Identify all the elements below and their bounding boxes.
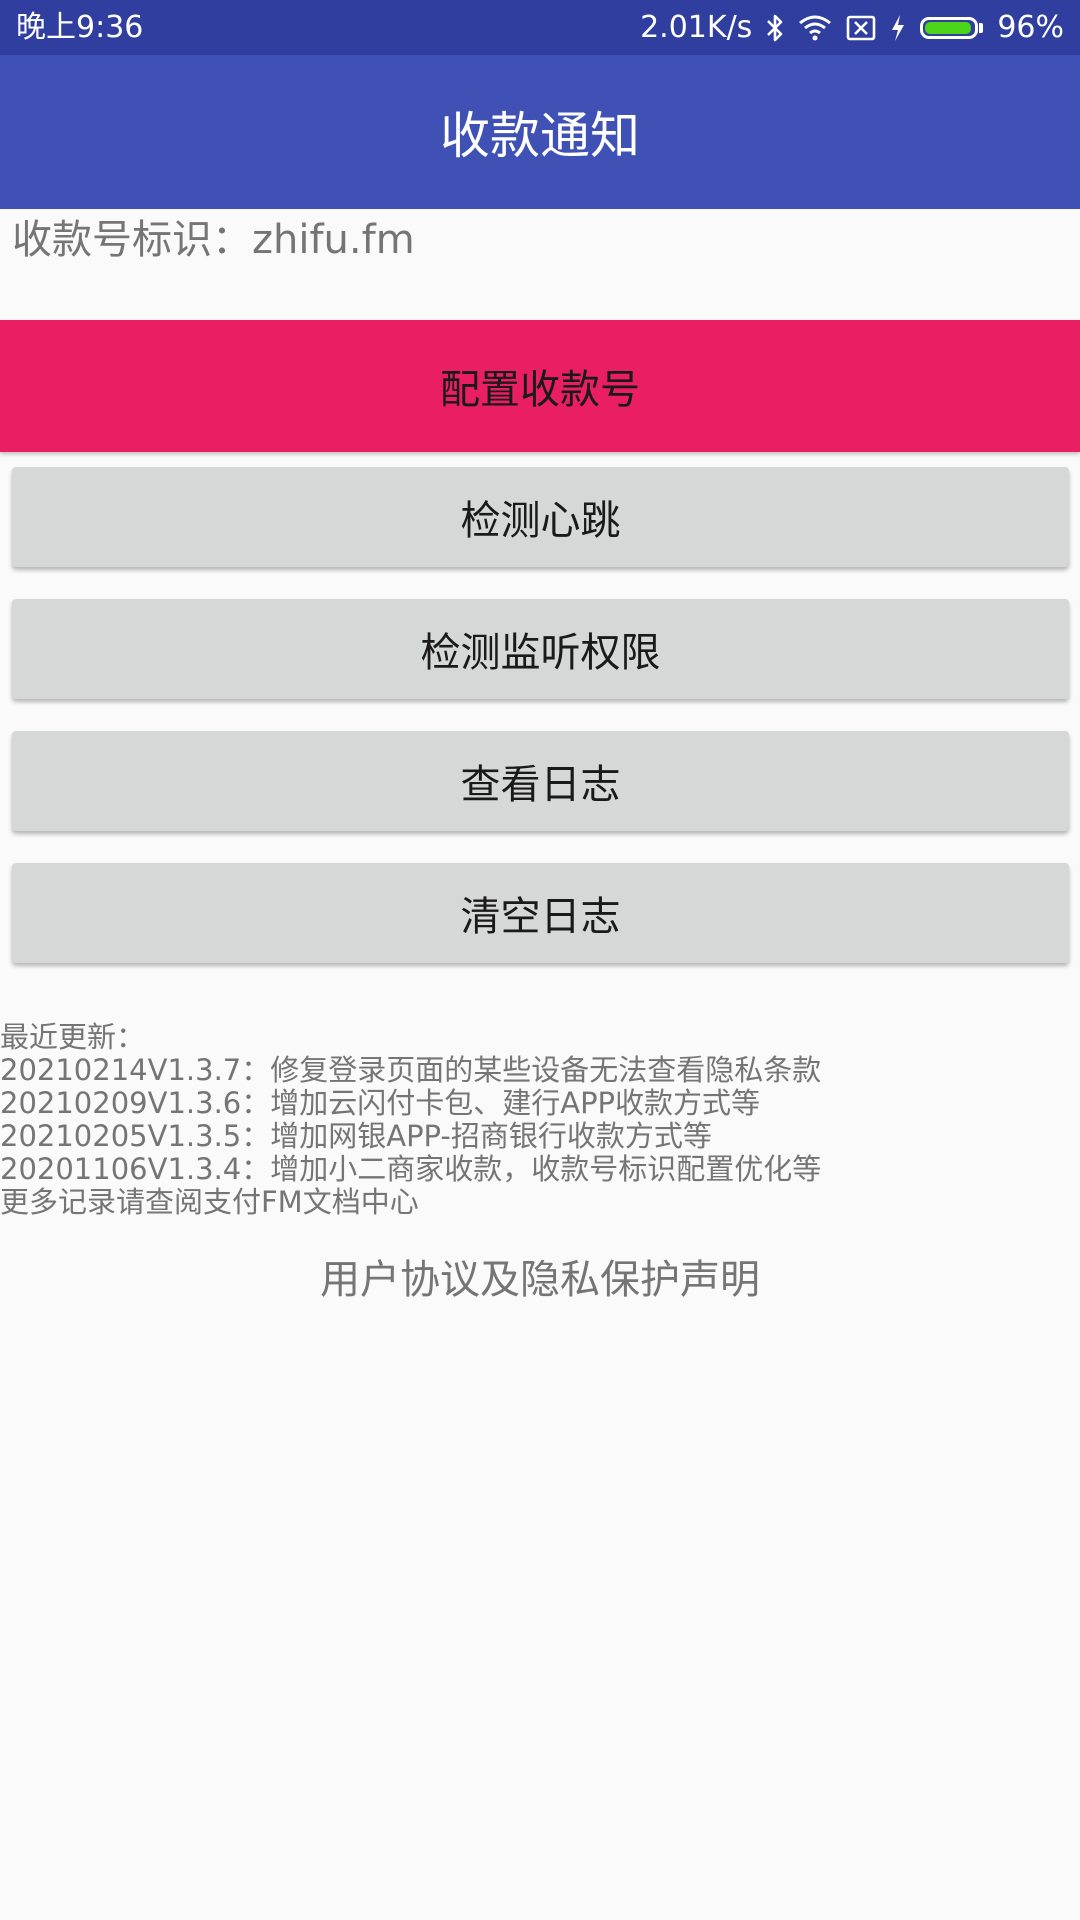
update-entry: 20210209V1.3.6：增加云闪付卡包、建行APP收款方式等 [0, 1086, 761, 1120]
network-speed: 2.01K/s [640, 9, 753, 45]
update-entry: 20201106V1.3.4：增加小二商家收款，收款号标识配置优化等 [0, 1152, 822, 1186]
page-title: 收款通知 [440, 107, 640, 165]
battery-percent: 96% [997, 10, 1064, 45]
bluetooth-icon [766, 13, 784, 43]
status-time: 晚上9:36 [16, 10, 144, 45]
wifi-icon [798, 14, 832, 42]
view-log-button[interactable]: 查看日志 [12, 731, 1069, 831]
clear-log-button[interactable]: 清空日志 [12, 863, 1069, 963]
status-icons: 2.01K/s 96% [640, 0, 1064, 55]
account-identifier-label: 收款号标识：zhifu.fm [12, 217, 415, 263]
more-records-note: 更多记录请查阅支付FM文档中心 [0, 1185, 419, 1219]
charging-icon [890, 14, 906, 42]
recent-updates: 最近更新： 20210214V1.3.7：修复登录页面的某些设备无法查看隐私条款… [0, 1021, 821, 1219]
configure-account-button[interactable]: 配置收款号 [0, 320, 1080, 452]
recent-updates-header: 最近更新： [0, 1020, 146, 1054]
status-bar: 晚上9:36 2.01K/s 96% [0, 0, 1080, 55]
check-heartbeat-button[interactable]: 检测心跳 [12, 467, 1069, 567]
battery-icon [920, 16, 984, 39]
check-listener-permission-button[interactable]: 检测监听权限 [12, 599, 1069, 699]
app-bar: 收款通知 [0, 55, 1080, 209]
battery-level-fill [925, 21, 972, 34]
sim-off-icon [846, 15, 876, 41]
user-agreement-privacy-link[interactable]: 用户协议及隐私保护声明 [0, 1252, 1080, 1308]
update-entry: 20210205V1.3.5：增加网银APP-招商银行收款方式等 [0, 1119, 712, 1153]
update-entry: 20210214V1.3.7：修复登录页面的某些设备无法查看隐私条款 [0, 1053, 822, 1087]
